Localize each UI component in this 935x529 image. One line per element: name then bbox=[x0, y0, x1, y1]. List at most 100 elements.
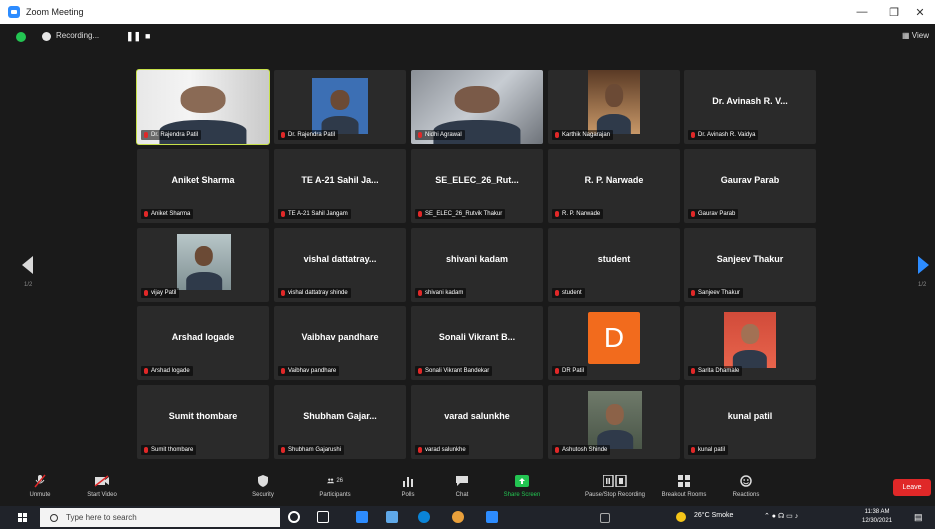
participant-name-text: R. P. Narwade bbox=[562, 211, 601, 217]
participant-name-label: SE_ELEC_26_Rutvik Thakur bbox=[415, 209, 506, 219]
close-button[interactable]: ✕ bbox=[906, 0, 934, 24]
participant-display-name: Aniket Sharma bbox=[171, 175, 235, 185]
participant-name-text: Dr. Rajendra Patil bbox=[288, 132, 336, 138]
muted-mic-icon bbox=[418, 368, 422, 374]
taskbar-app-icon[interactable] bbox=[356, 511, 368, 523]
participant-name-label: Karthik Nagarajan bbox=[552, 130, 614, 140]
share-screen-button[interactable]: Share Screen bbox=[492, 470, 552, 506]
pause-stop-recording-icon bbox=[603, 474, 627, 488]
unmute-button[interactable]: Unmute bbox=[10, 470, 70, 506]
windows-start-icon[interactable] bbox=[18, 513, 28, 523]
participant-face bbox=[180, 86, 226, 113]
edge-browser-icon[interactable] bbox=[418, 511, 430, 523]
participant-name-text: Aniket Sharma bbox=[151, 211, 191, 217]
participant-tile[interactable]: vishal dattatray... vishal dattatray shin… bbox=[274, 228, 406, 302]
chrome-browser-icon[interactable] bbox=[452, 511, 464, 523]
participant-name-text: Karthik Nagarajan bbox=[562, 132, 611, 138]
breakout-rooms-label: Breakout Rooms bbox=[661, 492, 707, 498]
participant-tile[interactable]: student student bbox=[548, 228, 680, 302]
previous-page-arrow-icon[interactable] bbox=[22, 256, 33, 274]
participant-tile[interactable]: varad salunkhe varad salunkhe bbox=[411, 385, 543, 459]
participants-button[interactable]: 26 Participants bbox=[305, 470, 365, 506]
encryption-shield-icon[interactable] bbox=[16, 32, 26, 42]
pause-stop-recording-label: Pause/Stop Recording bbox=[584, 492, 646, 498]
muted-mic-icon bbox=[281, 368, 285, 374]
video-off-icon bbox=[94, 474, 110, 488]
participant-display-name: Sumit thombare bbox=[168, 411, 238, 421]
participant-tile[interactable]: Sarita Dhamale bbox=[684, 306, 816, 380]
participant-tile[interactable]: Shubham Gajar... Shubham Gajarushi bbox=[274, 385, 406, 459]
restore-button[interactable]: ❐ bbox=[880, 0, 908, 24]
minimize-button[interactable]: — bbox=[848, 0, 876, 24]
notifications-icon[interactable]: ▤ bbox=[914, 512, 923, 523]
participant-tile[interactable]: Arshad logade Arshad logade bbox=[137, 306, 269, 380]
taskbar-app-icon[interactable] bbox=[600, 513, 610, 523]
participant-tile[interactable]: Dr. Avinash R. V... Dr. Avinash R. Vaidya bbox=[684, 70, 816, 144]
stop-recording-button[interactable]: ■ bbox=[145, 31, 150, 41]
participant-tile[interactable]: kunal patil kunal patil bbox=[684, 385, 816, 459]
participant-display-name: Sonali Vikrant B... bbox=[438, 332, 516, 342]
participant-tile[interactable]: Nidhi Agrawal bbox=[411, 70, 543, 144]
meeting-top-bar: Recording... ❚❚ ■ ▦ View bbox=[0, 24, 935, 50]
muted-mic-icon bbox=[691, 368, 695, 374]
breakout-rooms-icon bbox=[676, 474, 692, 488]
participant-name-text: Nidhi Agrawal bbox=[425, 132, 462, 138]
weather-text[interactable]: 26°C Smoke bbox=[694, 512, 733, 519]
next-page-arrow-icon[interactable] bbox=[918, 256, 929, 274]
zoom-logo-icon bbox=[8, 6, 20, 18]
view-button[interactable]: ▦ View bbox=[902, 31, 929, 40]
muted-mic-icon bbox=[418, 290, 422, 296]
participant-name-label: Aniket Sharma bbox=[141, 209, 194, 219]
muted-mic-icon bbox=[555, 132, 559, 138]
participant-tile[interactable]: shivani kadam shivani kadam bbox=[411, 228, 543, 302]
avatar-letter: D bbox=[588, 312, 640, 364]
zoom-app-icon[interactable] bbox=[486, 511, 498, 523]
pause-stop-recording-button[interactable]: Pause/Stop Recording bbox=[572, 470, 658, 506]
participant-name-text: DR Patil bbox=[562, 368, 585, 374]
participant-tile[interactable]: R. P. Narwade R. P. Narwade bbox=[548, 149, 680, 223]
participant-tile[interactable]: Dr. Rajendra Patil bbox=[136, 69, 270, 145]
polls-icon bbox=[400, 474, 416, 488]
participant-tile[interactable]: Sonali Vikrant B... Sonali Vikrant Bandek… bbox=[411, 306, 543, 380]
participant-tile[interactable]: D DR Patil bbox=[548, 306, 680, 380]
taskbar-clock[interactable]: 11:38 AM 12/30/2021 bbox=[862, 508, 892, 526]
reactions-button[interactable]: Reactions bbox=[716, 470, 776, 506]
muted-mic-icon bbox=[691, 211, 695, 217]
windows-taskbar: Type here to search 26°C Smoke ⌃ ● ☊ ▭ ♪… bbox=[0, 506, 935, 529]
leave-button[interactable]: Leave bbox=[893, 479, 931, 496]
start-video-button[interactable]: Start Video bbox=[72, 470, 132, 506]
breakout-rooms-button[interactable]: Breakout Rooms bbox=[654, 470, 714, 506]
participant-name-text: student bbox=[562, 290, 582, 296]
participant-tile[interactable]: Aniket Sharma Aniket Sharma bbox=[137, 149, 269, 223]
muted-mic-icon bbox=[555, 447, 559, 453]
participant-display-name: SE_ELEC_26_Rut... bbox=[435, 175, 519, 185]
participant-tile[interactable]: vijay Patil bbox=[137, 228, 269, 302]
security-button[interactable]: Security bbox=[233, 470, 293, 506]
participant-tile[interactable]: TE A-21 Sahil Ja... TE A-21 Sahil Jangam bbox=[274, 149, 406, 223]
system-tray-icons[interactable]: ⌃ ● ☊ ▭ ♪ bbox=[764, 512, 798, 520]
task-view-icon[interactable] bbox=[317, 511, 329, 523]
cortana-icon[interactable] bbox=[288, 511, 300, 523]
participant-tile[interactable]: Karthik Nagarajan bbox=[548, 70, 680, 144]
clock-time: 11:38 AM bbox=[864, 509, 890, 515]
reactions-label: Reactions bbox=[732, 492, 760, 498]
taskbar-search-box[interactable]: Type here to search bbox=[40, 508, 280, 527]
participant-tile[interactable]: Dr. Rajendra Patil bbox=[274, 70, 406, 144]
participant-name-label: Ashutosh Shinde bbox=[552, 445, 611, 455]
security-label: Security bbox=[252, 492, 274, 498]
participant-tile[interactable]: Sumit thombare Sumit thombare bbox=[137, 385, 269, 459]
participant-tile[interactable]: Vaibhav pandhare Vaibhav pandhare bbox=[274, 306, 406, 380]
chat-button[interactable]: Chat bbox=[432, 470, 492, 506]
participant-tile[interactable]: Ashutosh Shinde bbox=[548, 385, 680, 459]
muted-mic-icon bbox=[418, 132, 422, 138]
participant-name-label: kunal patil bbox=[688, 445, 729, 455]
participant-tile[interactable]: Gaurav Parab Gaurav Parab bbox=[684, 149, 816, 223]
muted-mic-icon bbox=[418, 211, 422, 217]
participant-tile[interactable]: SE_ELEC_26_Rut... SE_ELEC_26_Rutvik Thaku… bbox=[411, 149, 543, 223]
taskbar-app-icon[interactable] bbox=[386, 511, 398, 523]
muted-mic-icon bbox=[555, 211, 559, 217]
participant-name-label: student bbox=[552, 288, 585, 298]
participant-tile[interactable]: Sanjeev Thakur Sanjeev Thakur bbox=[684, 228, 816, 302]
polls-button[interactable]: Polls bbox=[378, 470, 438, 506]
pause-recording-button[interactable]: ❚❚ bbox=[126, 31, 141, 42]
